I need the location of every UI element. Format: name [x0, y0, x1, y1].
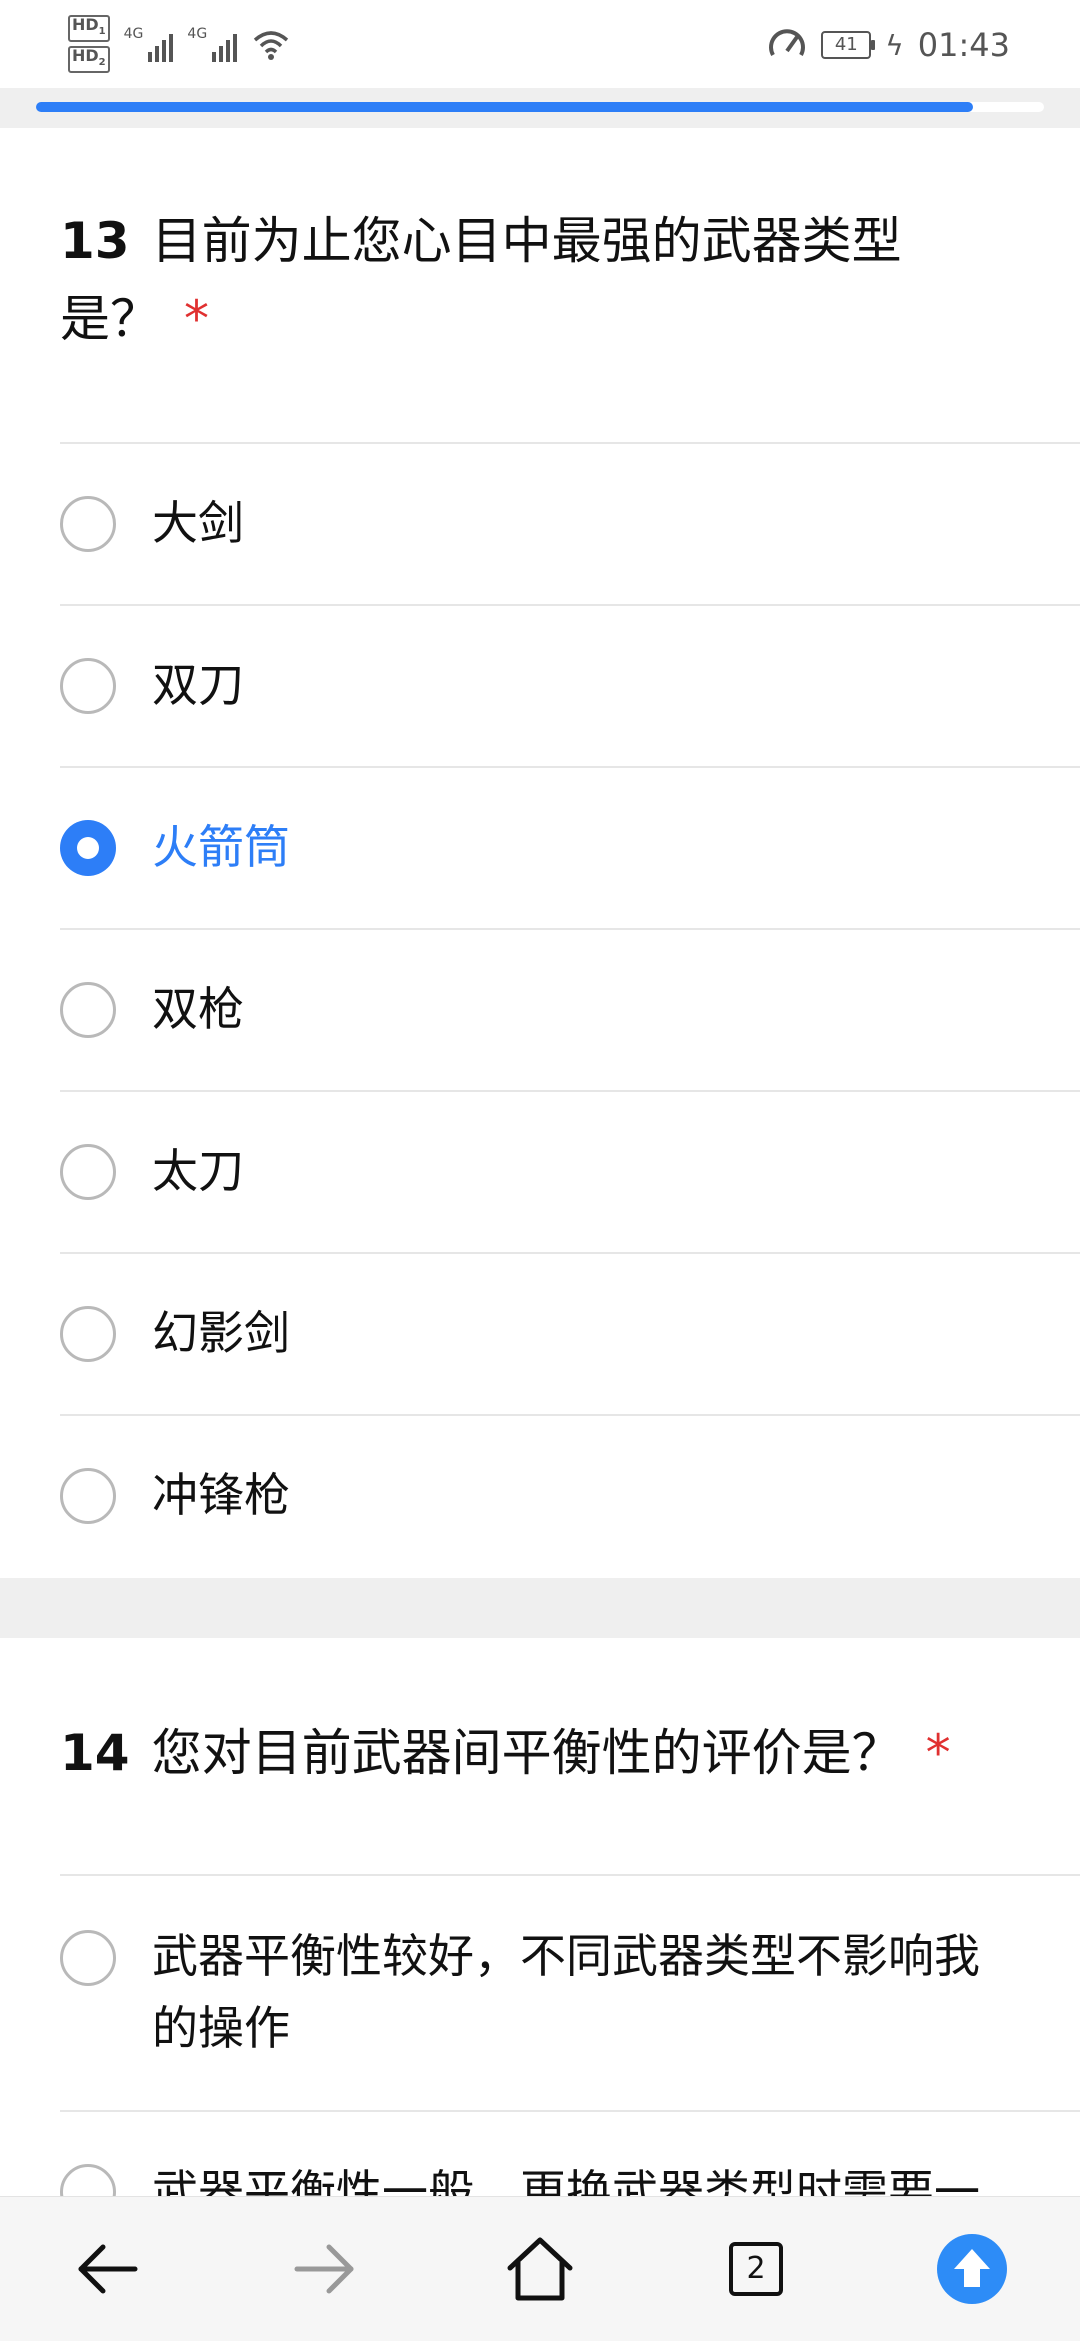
- question-number: 13: [60, 212, 130, 270]
- upload-button[interactable]: [864, 2197, 1080, 2341]
- option-label: 大剑: [152, 496, 244, 550]
- forward-arrow-icon: [294, 2244, 354, 2294]
- option-label: 双刀: [152, 658, 244, 712]
- option-item-selected[interactable]: 火箭筒: [60, 766, 1080, 928]
- option-item[interactable]: 太刀: [60, 1090, 1080, 1252]
- question-text: 您对目前武器间平衡性的评价是？: [151, 1724, 902, 1782]
- radio-button[interactable]: [60, 1306, 116, 1362]
- question-13: 13 目前为止您心目中最强的武器类型是？ * 大剑 双刀 火箭筒 双枪 太刀 幻影剑: [0, 128, 1080, 1578]
- progress-fill: [36, 102, 974, 112]
- radio-button-checked[interactable]: [60, 820, 116, 876]
- wifi-icon: [254, 31, 289, 60]
- speedometer-icon: [769, 29, 806, 56]
- battery-level: 41: [834, 34, 858, 55]
- signal-icon-1: 4G: [124, 26, 174, 62]
- option-item[interactable]: 武器平衡性较好，不同武器类型不影响我的操作: [60, 1874, 1080, 2110]
- tabs-icon: 2: [729, 2242, 783, 2296]
- option-list: 武器平衡性较好，不同武器类型不影响我的操作 武器平衡性一般，更换武器类型时需要一: [60, 1874, 1080, 2196]
- question-14: 14 您对目前武器间平衡性的评价是？ * 武器平衡性较好，不同武器类型不影响我的操作…: [0, 1638, 1080, 2196]
- question-title: 13 目前为止您心目中最强的武器类型是？ *: [60, 202, 960, 358]
- radio-button[interactable]: [60, 2164, 116, 2196]
- radio-button[interactable]: [60, 982, 116, 1038]
- required-mark: *: [184, 290, 209, 348]
- option-label: 双枪: [152, 982, 244, 1036]
- sim1-hd-badge: HD1: [68, 14, 110, 42]
- sim2-hd-badge: HD2: [68, 46, 110, 74]
- section-divider: [0, 1578, 1080, 1638]
- status-left: HD1 HD2 4G 4G: [68, 14, 291, 74]
- radio-button[interactable]: [60, 1468, 116, 1524]
- back-arrow-icon: [78, 2244, 138, 2294]
- option-label: 火箭筒: [152, 820, 290, 874]
- radio-button[interactable]: [60, 496, 116, 552]
- option-item[interactable]: 大剑: [60, 442, 1080, 604]
- question-number: 14: [60, 1724, 130, 1782]
- clock: 01:43: [917, 26, 1010, 64]
- radio-button[interactable]: [60, 1930, 116, 1986]
- option-list: 大剑 双刀 火箭筒 双枪 太刀 幻影剑 冲锋枪: [60, 442, 1080, 1576]
- option-label: 冲锋枪: [152, 1468, 290, 1522]
- option-label: 武器平衡性一般，更换武器类型时需要一: [152, 2165, 980, 2196]
- option-label: 幻影剑: [152, 1306, 290, 1360]
- status-right: 41 ϟ 01:43: [767, 18, 1010, 72]
- status-bar: HD1 HD2 4G 4G 41 ϟ 01:43: [0, 0, 1080, 88]
- option-item[interactable]: 武器平衡性一般，更换武器类型时需要一: [60, 2110, 1080, 2196]
- question-title: 14 您对目前武器间平衡性的评价是？ *: [60, 1714, 960, 1792]
- progress-track: [36, 102, 1044, 112]
- signal-icon-2: 4G: [187, 26, 238, 62]
- tabs-button[interactable]: 2: [648, 2197, 864, 2341]
- option-item[interactable]: 幻影剑: [60, 1252, 1080, 1414]
- tab-count: 2: [746, 2251, 766, 2286]
- progress-section: [0, 88, 1080, 128]
- radio-button[interactable]: [60, 658, 116, 714]
- option-item[interactable]: 双枪: [60, 928, 1080, 1090]
- battery-icon: 41: [821, 31, 876, 59]
- network-label-2: 4G: [187, 26, 208, 42]
- charging-icon: ϟ: [885, 28, 904, 62]
- option-item[interactable]: 双刀: [60, 604, 1080, 766]
- home-button[interactable]: [432, 2197, 648, 2341]
- option-item[interactable]: 冲锋枪: [60, 1414, 1080, 1576]
- upload-icon: [937, 2234, 1007, 2304]
- home-icon: [507, 2237, 573, 2301]
- network-label-1: 4G: [123, 26, 144, 42]
- forward-button[interactable]: [216, 2197, 432, 2341]
- option-label: 武器平衡性较好，不同武器类型不影响我的操作: [152, 1929, 980, 2055]
- bottom-nav: 2: [0, 2196, 1080, 2341]
- option-label: 太刀: [152, 1144, 244, 1198]
- radio-button[interactable]: [60, 1144, 116, 1200]
- sim-indicators: HD1 HD2: [68, 14, 110, 74]
- back-button[interactable]: [0, 2197, 216, 2341]
- required-mark: *: [925, 1724, 951, 1782]
